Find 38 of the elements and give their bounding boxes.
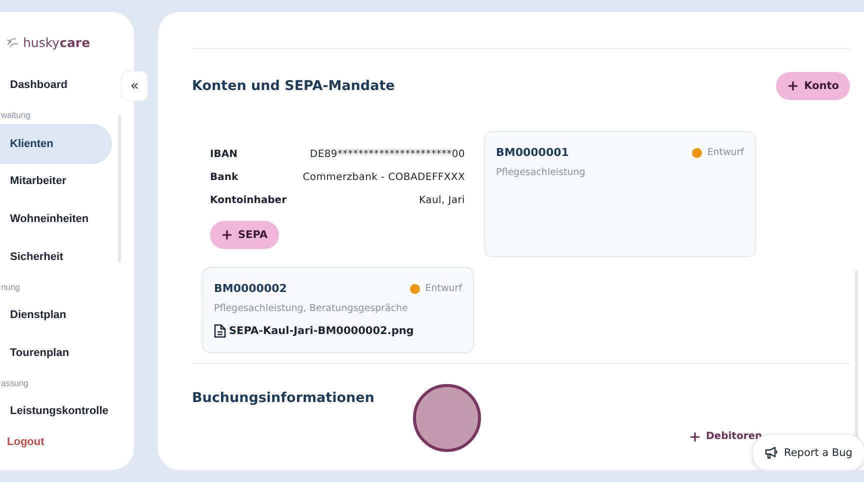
logout-link[interactable]: Logout: [0, 430, 44, 448]
field-label: Bank: [210, 172, 238, 183]
nav-item[interactable]: Leistungskontrolle: [0, 392, 112, 430]
nav-item[interactable]: Dienstplan: [0, 296, 112, 334]
plus-icon: [788, 81, 798, 91]
field-value: Kaul, Jari: [419, 195, 465, 206]
plus-icon: [222, 230, 232, 240]
section-label: nung: [0, 281, 21, 294]
nav-item[interactable]: Wohneinheiten: [0, 200, 112, 238]
services-text: Pflegesachleistung, Beratungsgespräche: [214, 303, 409, 314]
add-account-button[interactable]: Konto: [776, 72, 850, 100]
nav-item[interactable]: Tourenplan: [0, 334, 112, 372]
field-value: DE89**********************00: [310, 149, 465, 160]
collapse-button[interactable]: «: [122, 72, 147, 100]
mandate-card[interactable]: BM0000001 Entwurf Pflegesachleistung: [484, 131, 756, 257]
status-label: Entwurf: [707, 147, 744, 158]
field-label: IBAN: [210, 149, 238, 160]
section-title: Buchungsinformationen: [192, 390, 376, 406]
field-value: Commerzbank - COBADEFFXXX: [302, 172, 465, 183]
logo-text: huskycare: [23, 34, 90, 50]
section-title: Konten und SEPA-Mandate: [192, 78, 395, 94]
section-label: waltung: [0, 109, 32, 122]
section-label: assung: [0, 377, 30, 390]
field-label: Kontoinhaber: [210, 195, 286, 206]
services-text: Pflegesachleistung: [496, 167, 586, 178]
megaphone-icon: [765, 447, 778, 459]
file-link[interactable]: SEPA-Kaul-Jari-BM0000002.png: [229, 325, 414, 337]
mandate-id: BM0000001: [496, 146, 569, 159]
document-icon: [214, 324, 226, 338]
mandate-id: BM0000002: [214, 282, 287, 295]
nav-item[interactable]: Mitarbeiter: [0, 162, 112, 200]
status-label: Entwurf: [425, 283, 462, 294]
mandate-card[interactable]: BM0000002 Entwurf Pflegesachleistung, Beratungsgespräche SEPA-Kaul-Jari-BM0000002.png: [202, 267, 474, 353]
nav-item[interactable]: Dashboard: [0, 66, 112, 104]
nav-item[interactable]: Klienten: [0, 124, 112, 164]
add-sepa-button[interactable]: SEPA: [210, 221, 279, 249]
nav-item[interactable]: Sicherheit: [0, 238, 112, 276]
plus-icon: [690, 432, 700, 442]
